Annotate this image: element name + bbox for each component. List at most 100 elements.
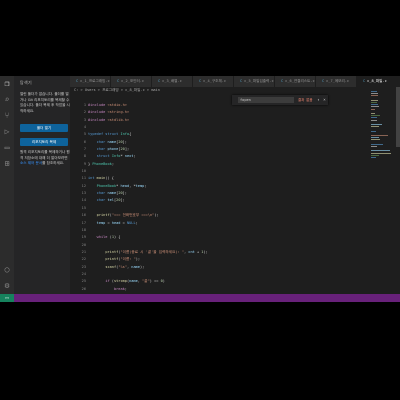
code-line[interactable]: if (strcmp(name, "끝") == 0) bbox=[88, 278, 368, 285]
line-number: 19 bbox=[81, 235, 86, 240]
minimap-line bbox=[371, 113, 376, 114]
code-line[interactable]: temp = head = NULL; bbox=[88, 220, 368, 227]
tab-file-1[interactable]: Cc_1_프로그래밍.c bbox=[70, 76, 111, 87]
clone-repository-button[interactable]: 리포지토리 복제 bbox=[20, 138, 68, 146]
tab-file-7[interactable]: Cc_7_메모리.c bbox=[316, 76, 357, 87]
remote-indicator[interactable]: >< bbox=[0, 294, 14, 302]
code-line[interactable] bbox=[88, 168, 368, 175]
source-control-icon[interactable]: ⑂ bbox=[3, 112, 11, 120]
line-number: 9 bbox=[83, 161, 86, 166]
tab-file-3[interactable]: Cc_3_배열.c bbox=[152, 76, 193, 87]
line-number: 2 bbox=[83, 110, 86, 115]
c-file-icon: C bbox=[363, 79, 366, 83]
sidebar-intro: 열린 폴더가 없습니다. 폴더를 열거나 Git 리포지토리를 복제할 수 있습… bbox=[20, 92, 70, 113]
line-number: 12 bbox=[81, 183, 86, 188]
source-control-docs-link[interactable]: 소스 제어 문서 bbox=[20, 161, 42, 165]
code-line[interactable]: scanf("%s", name); bbox=[88, 264, 368, 271]
line-number: 15 bbox=[81, 205, 86, 210]
code-area[interactable]: #include <stdio.h> #include <string.h> #in… bbox=[88, 102, 368, 294]
minimap-line bbox=[371, 150, 390, 152]
minimap-line bbox=[371, 146, 378, 147]
minimap-line bbox=[371, 152, 391, 154]
code-line[interactable]: printf("이름(종료 시 '끝'을 입력하세요): ", cnt + 1)… bbox=[88, 249, 368, 256]
code-line[interactable]: #include <string.h> bbox=[88, 109, 368, 116]
run-debug-icon[interactable]: ▷ bbox=[3, 128, 11, 136]
line-number: 21 bbox=[81, 249, 86, 254]
line-number: 5 bbox=[83, 132, 86, 137]
minimap-line bbox=[371, 108, 376, 110]
breadcrumb[interactable]: C: > Users > 프로그래밍 > c_8_파일.c > main bbox=[74, 88, 160, 93]
code-line[interactable]: while (1) { bbox=[88, 234, 368, 241]
tab-file-6[interactable]: Cc_6_연결리스트.c bbox=[275, 76, 316, 87]
minimap-line bbox=[371, 93, 378, 95]
line-number: 11 bbox=[81, 176, 86, 181]
code-line[interactable]: struct Info* next; bbox=[88, 153, 368, 160]
line-number: 10 bbox=[81, 169, 86, 174]
remote-explorer-icon[interactable]: ▭ bbox=[3, 144, 11, 152]
code-line[interactable]: printf("이름: "); bbox=[88, 256, 368, 263]
minimap-line bbox=[371, 143, 384, 145]
tab-file-4[interactable]: Cc_4_구조체.c bbox=[193, 76, 234, 87]
sidebar-footer: 원격 리포지토리를 복제하거나 원격 저장소에 대해 더 알아보려면 소스 제어… bbox=[20, 150, 70, 167]
sidebar-footer-text: 원격 리포지토리를 복제하거나 원격 저장소에 대해 더 알아보려면 bbox=[20, 150, 70, 160]
code-line[interactable] bbox=[88, 227, 368, 234]
tab-bar: Cc_1_프로그래밍.c Cc_2_포인터.c Cc_3_배열.c Cc_4_구… bbox=[70, 76, 400, 87]
c-file-icon: C bbox=[158, 79, 161, 83]
tab-label: c_6_연결리스트.c bbox=[285, 79, 315, 83]
line-number: 14 bbox=[81, 198, 86, 203]
activity-bar: ❐ ⌕ ⑂ ▷ ▭ ⊞ ◯ ⚙ bbox=[0, 76, 14, 294]
code-line[interactable]: #include <stdlib.h> bbox=[88, 117, 368, 124]
line-number: 23 bbox=[81, 264, 86, 269]
extensions-icon[interactable]: ⊞ bbox=[3, 160, 11, 168]
code-line[interactable] bbox=[88, 205, 368, 212]
c-file-icon: C bbox=[240, 79, 243, 83]
line-number: 22 bbox=[81, 257, 86, 262]
code-line[interactable]: break; bbox=[88, 286, 368, 293]
minimap-line bbox=[371, 119, 377, 121]
line-number: 18 bbox=[81, 227, 86, 232]
open-folder-button[interactable]: 폴더 열기 bbox=[20, 124, 68, 132]
code-line[interactable]: char name[20]; bbox=[88, 190, 368, 197]
code-line[interactable]: printf("=== 전화번호부 ===\n"); bbox=[88, 212, 368, 219]
explorer-icon[interactable]: ❐ bbox=[3, 80, 11, 88]
tab-file-5[interactable]: Cc_5_파일입출력.c bbox=[234, 76, 275, 87]
code-line[interactable]: PhoneBook* head, *temp; bbox=[88, 183, 368, 190]
line-number: 17 bbox=[81, 220, 86, 225]
minimap-line bbox=[371, 139, 381, 141]
code-line[interactable]: typedef struct Info{ bbox=[88, 131, 368, 138]
code-line[interactable]: char name[20]; bbox=[88, 139, 368, 146]
minimap-line bbox=[371, 106, 380, 108]
previous-match-icon[interactable]: ↑ bbox=[316, 97, 321, 103]
gear-icon[interactable]: ⚙ bbox=[3, 282, 11, 290]
line-number: 8 bbox=[83, 154, 86, 159]
tab-file-2[interactable]: Cc_2_포인터.c bbox=[111, 76, 152, 87]
code-line[interactable] bbox=[88, 124, 368, 131]
code-line[interactable]: int main() { bbox=[88, 175, 368, 182]
line-number: 20 bbox=[81, 242, 86, 247]
code-line[interactable]: char tel[20]; bbox=[88, 197, 368, 204]
tab-file-8[interactable]: Cc_8_파일.c bbox=[357, 76, 400, 87]
minimap-line bbox=[371, 95, 378, 97]
code-line[interactable]: } PhoneBook; bbox=[88, 161, 368, 168]
line-number: 13 bbox=[81, 191, 86, 196]
code-line[interactable]: char phone[20]; bbox=[88, 146, 368, 153]
tab-label: c_1_프로그래밍.c bbox=[80, 79, 110, 83]
tab-label: c_2_포인터.c bbox=[121, 79, 145, 83]
minimap-line bbox=[371, 124, 382, 125]
line-number: 6 bbox=[83, 139, 86, 144]
status-bar: >< bbox=[0, 294, 400, 302]
minimap[interactable] bbox=[370, 87, 396, 294]
account-icon[interactable]: ◯ bbox=[3, 266, 11, 274]
close-icon[interactable]: × bbox=[322, 97, 327, 103]
minimap-line bbox=[371, 135, 389, 136]
search-icon[interactable]: ⌕ bbox=[3, 96, 11, 104]
minimap-line bbox=[371, 91, 378, 92]
code-editor[interactable]: 1 2 3 4 5 6 7 8 9 10 11 12 13 14 15 16 17 18 19 20 21 22 23 24 2… bbox=[70, 102, 370, 294]
editor-scrollbar[interactable] bbox=[396, 87, 400, 147]
c-file-icon: C bbox=[199, 79, 202, 83]
find-input[interactable]: fopen bbox=[238, 97, 294, 103]
minimap-line bbox=[371, 104, 378, 106]
code-line[interactable] bbox=[88, 242, 368, 249]
code-line[interactable] bbox=[88, 271, 368, 278]
tab-label: c_4_구조체.c bbox=[203, 79, 227, 83]
